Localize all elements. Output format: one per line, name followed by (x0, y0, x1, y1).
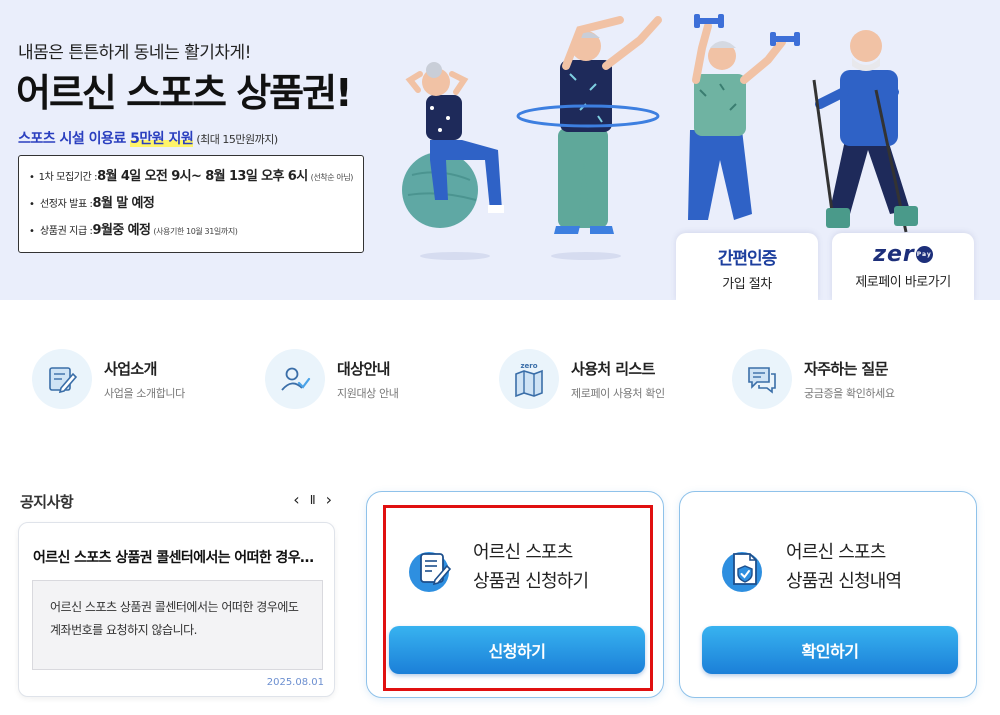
person-on-ball-figure (402, 62, 504, 228)
notice-pause-button[interactable]: Ⅱ (310, 490, 316, 510)
schedule-value: 8월 4일 오전 9시~ 8월 13일 오후 6시 (97, 169, 308, 184)
quick-menu-target-guide[interactable]: 대상안내지원대상 안내 (265, 348, 399, 410)
quick-menu-desc: 제로페이 사용처 확인 (571, 386, 665, 400)
schedule-row-payment: • 상품권 지급 : 9월중 예정 (사용기한 10월 31일까지) (29, 219, 353, 246)
check-card-title-line2: 상품권 신청내역 (786, 571, 902, 592)
notice-card[interactable]: 어르신 스포츠 상품권 콜센터에서는 어떠한 경우에도 계좌번호를 요청하지 않… (18, 522, 335, 697)
support-note: (최대 15만원까지) (196, 133, 278, 146)
apply-voucher-card: 어르신 스포츠 상품권 신청하기 신청하기 (366, 491, 664, 698)
hero-banner: 내몸은 튼튼하게 동네는 활기차게! 어르신 스포츠 상품권! 스포츠 시설 이… (0, 0, 1000, 300)
apply-card-title-line1: 어르신 스포츠 (473, 542, 573, 563)
zeropay-logo: zer Pay (873, 242, 933, 267)
schedule-note: (선착순 아님) (310, 173, 354, 182)
notice-controls: ‹ Ⅱ › (293, 490, 332, 510)
zeropay-link-card[interactable]: zer Pay 제로페이 바로가기 (832, 233, 974, 300)
check-card-title: 어르신 스포츠 상품권 신청내역 (786, 538, 902, 596)
quick-menu-merchant-list[interactable]: zero 사용처 리스트제로페이 사용처 확인 (499, 348, 665, 410)
application-form-icon (409, 552, 452, 592)
hero-tagline: 내몸은 튼튼하게 동네는 활기차게! (18, 43, 252, 63)
pay-badge: Pay (915, 246, 933, 263)
quick-menu-title: 사용처 리스트 (571, 359, 655, 378)
quick-menu-desc: 궁금증을 확인하세요 (804, 386, 895, 400)
schedule-row-announcement: • 선정자 발표 : 8월 말 예정 (29, 192, 353, 219)
notice-body: 어르신 스포츠 상품권 콜센터에서는 어떠한 경우에도 계좌번호를 요청하지 않… (32, 580, 323, 670)
apply-button[interactable]: 신청하기 (389, 626, 645, 674)
quick-menu-faq[interactable]: 자주하는 질문궁금증을 확인하세요 (732, 348, 895, 410)
hero-support-text: 스포츠 시설 이용료 5만원 지원 (최대 15만원까지) (18, 128, 278, 148)
user-check-icon (265, 349, 325, 409)
quick-menu-desc: 사업을 소개합니다 (104, 386, 185, 400)
notice-date: 2025.08.01 (266, 677, 324, 688)
notice-title: 공지사항 (20, 493, 74, 511)
check-application-card: 어르신 스포츠 상품권 신청내역 확인하기 (679, 491, 977, 698)
support-amount: 5만원 지원 (130, 131, 194, 147)
quick-menu-desc: 지원대상 안내 (337, 386, 399, 400)
hero-title: 어르신 스포츠 상품권! (16, 71, 352, 115)
notice-prev-button[interactable]: ‹ (293, 490, 299, 510)
quick-menu-business-intro[interactable]: 사업소개사업을 소개합니다 (32, 348, 185, 410)
apply-card-title: 어르신 스포츠 상품권 신청하기 (473, 538, 589, 596)
schedule-value: 9월중 예정 (92, 223, 151, 238)
check-button[interactable]: 확인하기 (702, 626, 958, 674)
apply-card-title-line2: 상품권 신청하기 (473, 571, 589, 592)
quick-menu-title: 사업소개 (104, 359, 157, 378)
simple-auth-sub: 가입 절차 (722, 277, 772, 292)
simple-auth-title: 간편인증 (717, 249, 778, 269)
simple-auth-signup-card[interactable]: 간편인증 가입 절차 (676, 233, 818, 300)
notice-header: 공지사항 ‹ Ⅱ › (18, 490, 336, 512)
schedule-row-recruitment: • 1차 모집기간 : 8월 4일 오전 9시~ 8월 13일 오후 6시 (선… (29, 165, 353, 192)
chat-icon (732, 349, 792, 409)
notice-headline: 어르신 스포츠 상품권 콜센터에서는 어떠한 경우에도 계좌번호를 요청하지 않… (33, 550, 325, 566)
person-with-hula-hoop-figure (516, 16, 662, 234)
check-card-title-line1: 어르신 스포츠 (786, 542, 886, 563)
schedule-label: 상품권 지급 : (40, 226, 93, 237)
schedule-label: 1차 모집기간 : (38, 172, 98, 183)
document-check-icon (722, 552, 762, 592)
notice-next-button[interactable]: › (326, 490, 332, 510)
schedule-note: (사용기한 10월 31일까지) (153, 227, 238, 236)
document-pen-icon (32, 349, 92, 409)
support-prefix: 스포츠 시설 이용료 (18, 131, 131, 147)
quick-menu: 사업소개사업을 소개합니다 대상안내지원대상 안내 zero 사용처 리스트제로… (0, 340, 1000, 420)
zero-map-icon: zero (499, 349, 559, 409)
schedule-info-box: • 1차 모집기간 : 8월 4일 오전 9시~ 8월 13일 오후 6시 (선… (18, 155, 364, 253)
zero-map-icon-label: zero (520, 362, 537, 370)
quick-menu-title: 자주하는 질문 (804, 359, 888, 378)
schedule-label: 선정자 발표 : (40, 199, 93, 210)
quick-menu-title: 대상안내 (337, 359, 390, 378)
schedule-value: 8월 말 예정 (92, 196, 155, 211)
person-nordic-walking-figure (812, 30, 918, 233)
zeropay-link-label: 제로페이 바로가기 (855, 275, 951, 290)
person-with-dumbbells-figure (688, 14, 800, 220)
